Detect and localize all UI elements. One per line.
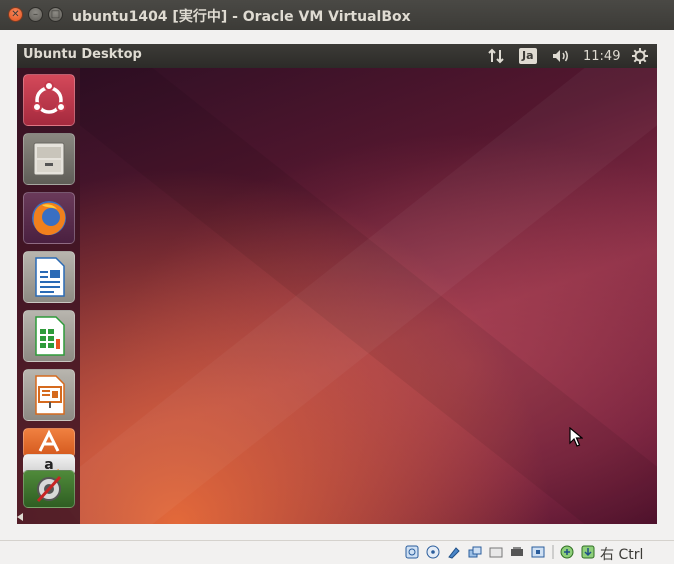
launcher-scroll-arrow-icon [17,513,23,521]
launcher-files[interactable] [23,133,75,185]
host-key-label: 右 Ctrl [600,547,644,563]
close-window-button[interactable]: ✕ [8,7,23,22]
mouse-integration-icon[interactable] [560,545,574,559]
unity-launcher: a [17,68,80,524]
calc-icon [35,316,65,356]
file-cabinet-icon [33,142,65,176]
software-center-icon [38,429,60,452]
optical-disk-icon[interactable] [426,545,440,559]
launcher-system-settings[interactable] [23,470,75,508]
network-icon[interactable] [510,545,524,559]
launcher-firefox[interactable] [23,192,75,244]
panel-app-title: Ubuntu Desktop [23,47,142,62]
writer-icon [35,257,65,297]
statusbar-separator [552,545,554,559]
vm-display[interactable]: Ubuntu Desktop Ja 11:49 a [17,44,657,524]
wallpaper-pattern [52,68,657,524]
display-icon[interactable] [489,545,503,559]
top-panel: Ubuntu Desktop Ja 11:49 [17,44,657,68]
firefox-icon [32,201,66,236]
input-method-indicator[interactable]: Ja [519,47,537,65]
minimize-icon: – [33,8,38,20]
ubuntu-logo-icon [32,81,66,114]
input-method-label: Ja [519,48,537,64]
clock[interactable]: 11:49 [583,47,620,65]
shared-folder-icon[interactable] [468,545,482,559]
usb-icon[interactable] [447,545,461,559]
window-titlebar[interactable]: ✕ – □ ubuntu1404 [実行中] - Oracle VM Virtu… [0,0,674,30]
mouse-pointer-icon [569,427,583,447]
session-gear-icon[interactable] [631,47,649,65]
ubuntu-desktop-wallpaper[interactable] [17,68,657,524]
vm-statusbar: 右 Ctrl [0,540,674,564]
hard-disk-icon[interactable] [405,545,419,559]
settings-icon [36,475,62,503]
launcher-dash-home[interactable] [23,74,75,126]
launcher-calc[interactable] [23,310,75,362]
network-indicator-icon[interactable] [487,47,505,65]
close-icon: ✕ [11,8,20,20]
maximize-icon: □ [50,8,61,20]
launcher-impress[interactable] [23,369,75,421]
keyboard-capture-icon[interactable] [581,545,595,559]
launcher-writer[interactable] [23,251,75,303]
impress-icon [35,375,65,415]
window-title: ubuntu1404 [実行中] - Oracle VM VirtualBox [72,9,411,25]
minimize-window-button[interactable]: – [28,7,43,22]
volume-icon[interactable] [551,47,571,65]
video-capture-icon[interactable] [531,545,545,559]
maximize-window-button[interactable]: □ [48,7,63,22]
